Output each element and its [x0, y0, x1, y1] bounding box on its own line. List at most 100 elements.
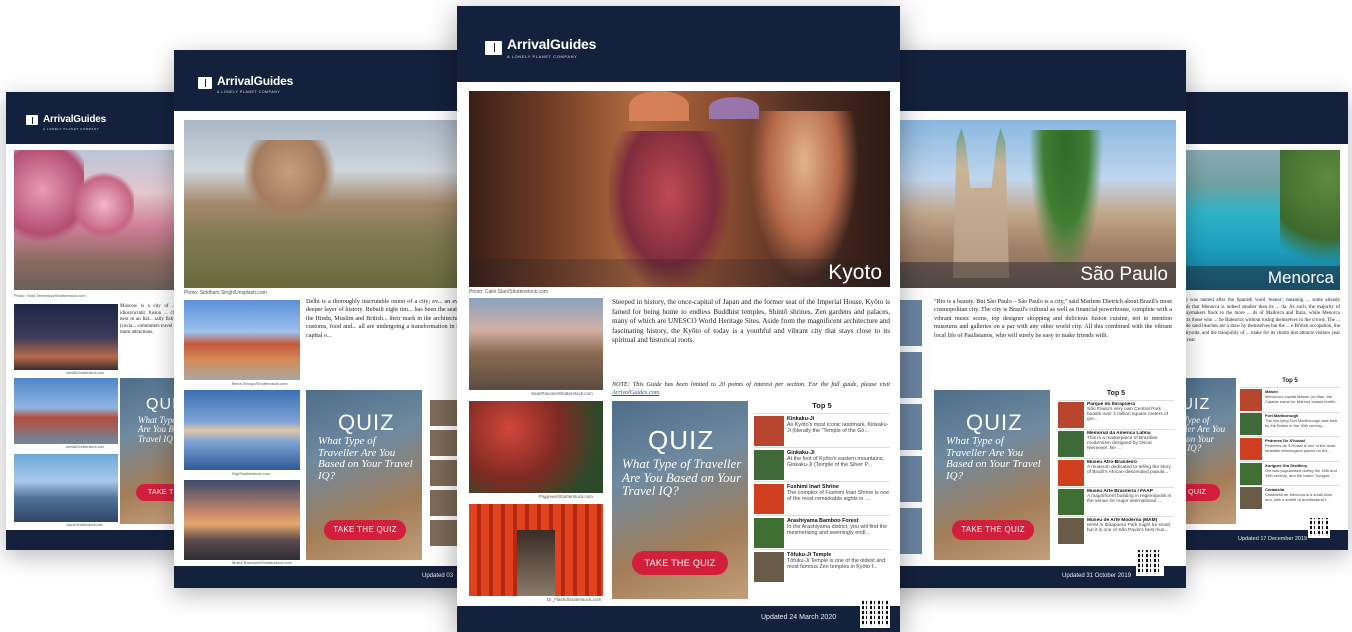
quiz-banner[interactable]: QUIZ What Type of Traveller Are You Base…	[306, 390, 422, 560]
top5-text: Ginkaku-Ji At the foot of Kyōto's eastern…	[787, 450, 890, 480]
photo-autumn-garden	[469, 401, 603, 493]
top5-item[interactable]: Fushimi Inari Shrine The complex of Fushi…	[754, 481, 890, 515]
photo-palace-reflection	[184, 390, 300, 470]
photo-credit-3: Dr_Flash/Shutterstock.com	[547, 597, 602, 602]
photo-credit-1: Berra Strogio/Shutterstock.com	[232, 381, 288, 386]
top5-thumbnail	[1240, 487, 1262, 510]
top5-text: Mahón Menorca's capital Mahón (or Maó, th…	[1265, 389, 1340, 411]
top5-thumbnail	[1240, 437, 1262, 460]
page-footer: Updated 03	[174, 566, 464, 588]
top5-item[interactable]: Kinkaku-Ji As Kyōto's most iconic landmar…	[754, 413, 890, 447]
top5-title: Top 5	[1282, 378, 1298, 384]
page-footer: Updated 24 March 2020	[457, 598, 900, 632]
quiz-title: QUIZ	[648, 425, 715, 455]
top5-item[interactable]: Tōfuku-Ji Temple Tōfuku-Ji Temple is one …	[754, 549, 890, 583]
photo-torii-gates	[469, 504, 603, 596]
photo-india-gate	[184, 480, 300, 560]
top5-item-desc: MAM in Ibirapuera Park might be small, b…	[1087, 523, 1171, 533]
intro-text: Delhi is a thoroughly inscrutable onion …	[306, 298, 464, 339]
top5-item[interactable]: Xoriguer Gin Distillery Gin was popularis…	[1240, 460, 1340, 486]
updated-date: Updated 24 March 2020	[761, 614, 837, 621]
updated-date: Updated 17 December 2019	[1238, 536, 1308, 542]
top5-text: Museu de Arte Moderna (MAM) MAM in Ibirap…	[1087, 518, 1174, 544]
top5-item[interactable]: Fort Marlborough The low-lying Fort Marlb…	[1240, 411, 1340, 437]
updated-date: Updated 03	[422, 573, 454, 579]
page-header: ArrivalGuides A LONELY PLANET COMPANY	[457, 6, 900, 82]
hero-image: Kyoto	[469, 91, 890, 287]
top5-thumbnail	[754, 517, 784, 548]
top5-text: Xoriguer Gin Distillery Gin was popularis…	[1265, 463, 1340, 485]
city-name-banner: Kyoto	[469, 259, 890, 287]
top5-item[interactable]: Museu Arte Brasileira / FAAP A magnificen…	[1058, 487, 1174, 516]
brand-logo: ArrivalGuides A LONELY PLANET COMPANY	[198, 72, 293, 94]
qr-code-icon	[1308, 516, 1330, 538]
top5-item-desc: Menorca's capital Mahón (or Maó, the Cat…	[1265, 393, 1339, 404]
top5-title: Top 5	[812, 401, 832, 410]
photo-credit-3: Jayns/Shutterstock.com	[66, 523, 104, 527]
top5-item[interactable]: Pedreres De S'hostal Pedreres de S'Hostal…	[1240, 436, 1340, 461]
top5-item-desc: The complex of Fushimi Inari Shrine is o…	[787, 489, 890, 502]
quiz-subtitle: What Type of Traveller Are You Based on …	[946, 435, 1041, 482]
top5-text: Parque do Ibirapuera São Paulo's very own…	[1087, 402, 1174, 428]
take-quiz-button[interactable]: TAKE THE QUIZ	[952, 520, 1034, 540]
top5-thumbnail	[1058, 489, 1084, 515]
quiz-title: QUIZ	[338, 410, 395, 435]
top5-text: Kinkaku-Ji As Kyōto's most iconic landmar…	[787, 416, 890, 446]
guide-page-sao-paulo: São Paulo "Rio is a beauty. But São Paul…	[886, 50, 1186, 588]
top5-item-desc: Gin was popularised during the 18th and …	[1265, 467, 1337, 478]
top5-title: Top 5	[1106, 390, 1126, 397]
brand-name: ArrivalGuides	[507, 36, 597, 52]
quiz-subtitle: What Type of Traveller Are You Based on …	[622, 456, 742, 499]
qr-code-icon	[1136, 548, 1164, 576]
page-header: ArrivalGuides A LONELY PLANET COMPANY	[6, 92, 184, 144]
guide-note: NOTE: This Guide has been limited to 20 …	[612, 381, 890, 397]
guide-page-menorca: Menorca ...rca) was named after the Span…	[1176, 92, 1348, 550]
photo-credit-3: Mukul Banerjee/Shutterstock.com	[232, 560, 292, 565]
top5-item[interactable]: Museu de Arte Moderna (MAM) MAM in Ibirap…	[1058, 516, 1174, 545]
top5-item[interactable]: Ginkaku-Ji At the foot of Kyōto's eastern…	[754, 447, 890, 481]
guide-page-kyoto[interactable]: ArrivalGuides A LONELY PLANET COMPANY Ky…	[457, 6, 900, 632]
top5-item-desc: Ciutadella de Menorca is a small town an…	[1265, 492, 1333, 503]
top5-item-desc: As Kyōto's most iconic landmark, Kinkaku…	[787, 421, 889, 434]
brand-tagline: A LONELY PLANET COMPANY	[507, 54, 578, 59]
take-quiz-button[interactable]: TAKE THE QUIZ	[632, 551, 728, 575]
top5-thumbnail	[1240, 462, 1262, 485]
top5-item[interactable]: Arashiyama Bamboo Forest In the Arashiyam…	[754, 515, 890, 549]
note-text: NOTE: This Guide has been limited to 20 …	[612, 381, 890, 388]
book-logo-icon	[26, 115, 38, 125]
take-quiz-button[interactable]: TAKE THE QUIZ	[324, 520, 406, 540]
top5-thumbnail	[754, 415, 784, 446]
updated-date: Updated 31 October 2019	[1062, 573, 1132, 579]
guide-page-moscow: ArrivalGuides A LONELY PLANET COMPANY Ph…	[6, 92, 184, 550]
top5-text: Fushimi Inari Shrine The complex of Fushi…	[787, 484, 890, 514]
quiz-title: QUIZ	[966, 410, 1023, 435]
top5-thumbnail	[1058, 402, 1084, 428]
thumbnail-strip	[430, 400, 460, 550]
photo-kyoto-street	[469, 298, 603, 390]
top5-item[interactable]: Mahón Menorca's capital Mahón (or Maó, th…	[1240, 387, 1340, 412]
guide-page-delhi: ArrivalGuides A LONELY PLANET COMPANY Ph…	[174, 50, 464, 588]
quiz-banner[interactable]: QUIZ What Type of Traveller Are You Base…	[612, 401, 748, 599]
quiz-subtitle: What Type of Traveller Are You Based on …	[318, 435, 413, 482]
hero-image: São Paulo	[886, 120, 1176, 288]
brand-name: ArrivalGuides	[43, 114, 106, 125]
arrivalguides-link[interactable]: ArrivalGuides.com	[612, 389, 659, 396]
top5-thumbnail	[754, 551, 784, 582]
photo-snowy-square	[14, 304, 118, 370]
qr-code-icon	[860, 598, 890, 628]
page-footer	[6, 530, 184, 550]
top5-text: Memorial da America Latina This is a mast…	[1087, 431, 1174, 457]
photo-city-towers	[14, 454, 118, 522]
intro-text: Steeped in history, the once-capital of …	[612, 298, 890, 345]
hero-credit: Photo: Calin Stan/Shutterstock.com	[469, 289, 548, 295]
top5-text: Arashiyama Bamboo Forest In the Arashiyam…	[787, 518, 890, 548]
top5-item[interactable]: Ciutadella Ciutadella de Menorca is a sma…	[1240, 485, 1340, 510]
top5-item[interactable]: Museu Afro-Brasileiro A museum dedicated …	[1058, 458, 1174, 487]
top5-text: Ciutadella Ciutadella de Menorca is a sma…	[1265, 487, 1340, 509]
quiz-banner[interactable]: QUIZ What Type of Traveller Are You Base…	[934, 390, 1050, 560]
top5-item-desc: The low-lying Fort Marlborough was built…	[1265, 418, 1338, 429]
hero-image	[184, 120, 464, 288]
top5-item[interactable]: Memorial da America Latina This is a mast…	[1058, 429, 1174, 458]
top5-text: Tōfuku-Ji Temple Tōfuku-Ji Temple is one …	[787, 552, 890, 582]
top5-item[interactable]: Parque do Ibirapuera São Paulo's very own…	[1058, 400, 1174, 429]
